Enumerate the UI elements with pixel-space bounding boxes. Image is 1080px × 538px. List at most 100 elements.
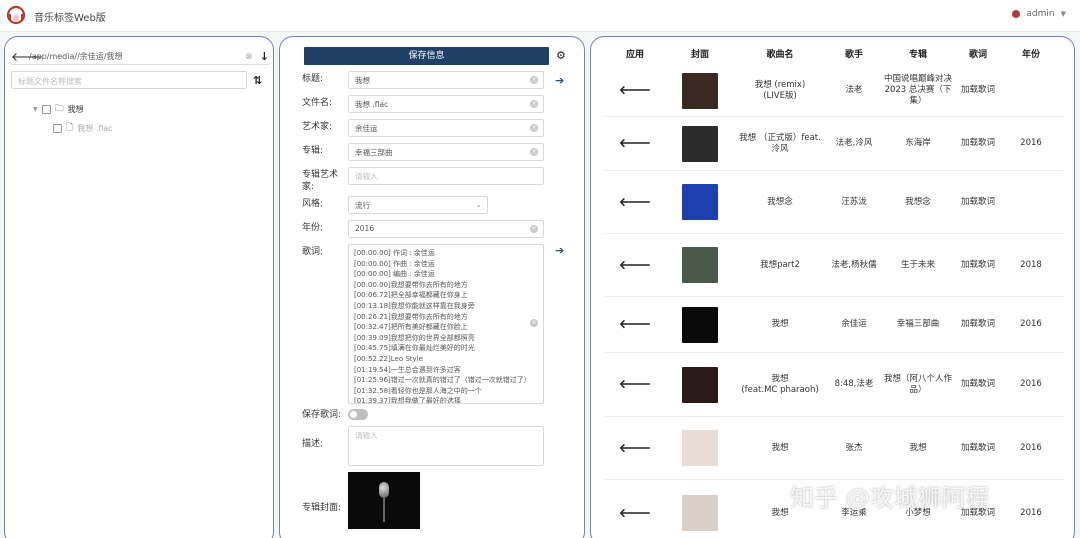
apply-lyrics-arrow-icon[interactable]: ➔: [555, 244, 564, 257]
lyrics-row: 歌词: [00:00.00] 作词 : 余佳运 [00:00.00] 作曲 : 余…: [302, 244, 544, 404]
tree-file-node[interactable]: 🗋 我想 .flac: [53, 120, 113, 136]
load-lyrics-link[interactable]: 加载歌词: [953, 297, 1003, 352]
album-artist-field[interactable]: 请输入: [348, 167, 544, 185]
clear-icon[interactable]: ×: [530, 225, 538, 233]
genre-value: 流行: [355, 201, 370, 210]
title-row: 标题: 我想 ×: [302, 71, 544, 89]
clear-path-icon[interactable]: ⊗: [245, 52, 257, 62]
song-name: 我想 （正式版）feat.泠风: [739, 132, 821, 154]
year-field[interactable]: 2016 ×: [348, 220, 544, 238]
table-row[interactable]: 🡐 我想 张杰 我想 加载歌词 2016: [605, 417, 1063, 480]
load-lyrics-link[interactable]: 加载歌词: [953, 117, 1003, 170]
singer-name: 法老,泠风: [835, 138, 873, 148]
cover-thumbnail[interactable]: [682, 366, 718, 403]
load-lyrics-link[interactable]: 加载歌词: [953, 417, 1003, 479]
file-search-input[interactable]: 标题文件名称搜索: [11, 71, 247, 89]
description-field[interactable]: 请输入: [348, 426, 544, 466]
back-arrow-icon[interactable]: 🡐: [11, 49, 43, 64]
search-row: 标题文件名称搜索 ⇅: [11, 71, 269, 89]
header-singer: 歌手: [844, 50, 863, 60]
table-row[interactable]: 🡐 我想念 汪苏泷 我想念 加载歌词: [605, 171, 1063, 234]
path-bar: 🡐 /app/media//余佳运/我想 ⊗ ↓: [11, 49, 269, 65]
cover-cell: [665, 480, 735, 538]
year-value: [1003, 65, 1059, 116]
album-name: 东海岸: [905, 138, 931, 148]
file-checkbox[interactable]: [53, 123, 62, 133]
lyric-line: [00:26.21]我想要带你去所有的地方: [354, 312, 468, 321]
singer-name: 法老: [845, 85, 863, 95]
clear-icon[interactable]: ×: [530, 148, 538, 156]
tree-folder-node[interactable]: ▼ 🗀 我想: [33, 101, 84, 117]
load-lyrics-link[interactable]: 加载歌词: [953, 234, 1003, 296]
artist-value: 余佳运: [355, 124, 378, 133]
album-value: 幸福三部曲: [355, 148, 393, 157]
download-icon[interactable]: ↓: [257, 50, 269, 63]
album-cover-image[interactable]: [348, 472, 420, 529]
song-name: 我想 (remix) (LIVE版): [754, 79, 806, 101]
cover-thumbnail[interactable]: [682, 184, 718, 220]
album-field[interactable]: 幸福三部曲 ×: [348, 143, 544, 161]
clear-icon[interactable]: ×: [530, 76, 538, 84]
year-value: 2018: [1020, 259, 1042, 270]
apply-title-arrow-icon[interactable]: ➔: [555, 74, 564, 87]
microphone-icon: [379, 482, 389, 498]
user-avatar-icon: [1012, 10, 1021, 18]
lyrics-textarea[interactable]: [00:00.00] 作词 : 余佳运 [00:00.00] 作曲 : 余佳运 [0…: [348, 244, 544, 404]
singer-name: 汪苏泷: [841, 196, 867, 207]
album-artist-label: 专辑艺术家:: [302, 170, 339, 192]
lyric-line: [00:52.22]Leo Style: [354, 354, 423, 363]
lyric-line: [00:45.75]填满在你最灿烂美好的时光: [354, 344, 475, 353]
save-button[interactable]: 保存信息: [304, 47, 549, 65]
gear-icon[interactable]: ⚙: [556, 49, 566, 62]
apply-arrow-icon[interactable]: 🡐: [605, 117, 665, 170]
year-value: 2016: [1020, 319, 1042, 329]
apply-arrow-icon[interactable]: 🡐: [605, 417, 665, 479]
header-cover: 封面: [690, 50, 709, 60]
table-row[interactable]: 🡐 我想 （正式版）feat.泠风 法老,泠风 东海岸 加载歌词 2016: [605, 117, 1063, 171]
save-lyrics-toggle[interactable]: [348, 409, 368, 420]
genre-select[interactable]: 流行 ⌄: [348, 196, 488, 214]
title-field[interactable]: 我想 ×: [348, 71, 544, 89]
expand-triangle-icon[interactable]: ▼: [33, 106, 38, 113]
apply-arrow-icon[interactable]: 🡐: [605, 65, 665, 116]
clear-icon[interactable]: ×: [530, 319, 538, 327]
table-row[interactable]: 🡐 我想 (feat.MC pharaoh) 8:48,法老 我想（阿八个人作品） 加载歌…: [605, 353, 1063, 417]
load-lyrics-link[interactable]: 加载歌词: [953, 65, 1003, 116]
user-menu[interactable]: admin ▼: [1012, 9, 1066, 19]
artist-field[interactable]: 余佳运 ×: [348, 119, 544, 137]
lyric-line: [00:00.00]我想要带你去所有的地方: [354, 280, 468, 289]
song-name: 我想念: [767, 196, 793, 207]
filename-field[interactable]: 我想 .flac ×: [348, 95, 544, 113]
cover-thumbnail[interactable]: [682, 495, 718, 531]
album-artist-row: 专辑艺术家: 请输入: [302, 167, 544, 193]
cover-thumbnail[interactable]: [682, 306, 718, 343]
clear-icon[interactable]: ×: [530, 124, 538, 132]
table-row[interactable]: 🡐 我想part2 法老,杨秋儒 生于未来 加载歌词 2018: [605, 234, 1063, 297]
apply-arrow-icon[interactable]: 🡐: [605, 353, 665, 416]
path-input[interactable]: /app/media//余佳运/我想: [25, 51, 245, 62]
table-row[interactable]: 🡐 我想 (remix) (LIVE版) 法老 中国说唱巅峰对决2023 总决赛（下集）…: [605, 65, 1063, 117]
cover-thumbnail[interactable]: [682, 247, 718, 283]
load-lyrics-link[interactable]: 加载歌词: [953, 171, 1003, 233]
cover-thumbnail[interactable]: [682, 125, 718, 162]
clear-icon[interactable]: ×: [530, 100, 538, 108]
apply-arrow-icon[interactable]: 🡐: [605, 480, 665, 538]
apply-arrow-icon[interactable]: 🡐: [605, 171, 665, 233]
cover-thumbnail[interactable]: [682, 430, 718, 466]
cover-cell: [665, 353, 735, 416]
cover-cell: [665, 417, 735, 479]
sort-icon[interactable]: ⇅: [253, 74, 262, 87]
header-year: 年份: [1021, 50, 1040, 60]
apply-arrow-icon[interactable]: 🡐: [605, 297, 665, 352]
title-value: 我想: [355, 76, 370, 85]
load-lyrics-link[interactable]: 加载歌词: [953, 353, 1003, 416]
singer-name: 法老,杨秋儒: [831, 259, 877, 270]
album-name: 我想念: [905, 196, 931, 207]
cover-row: 专辑封面:: [302, 472, 420, 529]
year-value: 2016: [1020, 507, 1042, 518]
lyrics-label: 歌词:: [302, 247, 324, 257]
cover-thumbnail[interactable]: [682, 72, 718, 109]
folder-checkbox[interactable]: [41, 104, 51, 114]
table-row[interactable]: 🡐 我想 余佳运 幸福三部曲 加载歌词 2016: [605, 297, 1063, 353]
apply-arrow-icon[interactable]: 🡐: [605, 234, 665, 296]
